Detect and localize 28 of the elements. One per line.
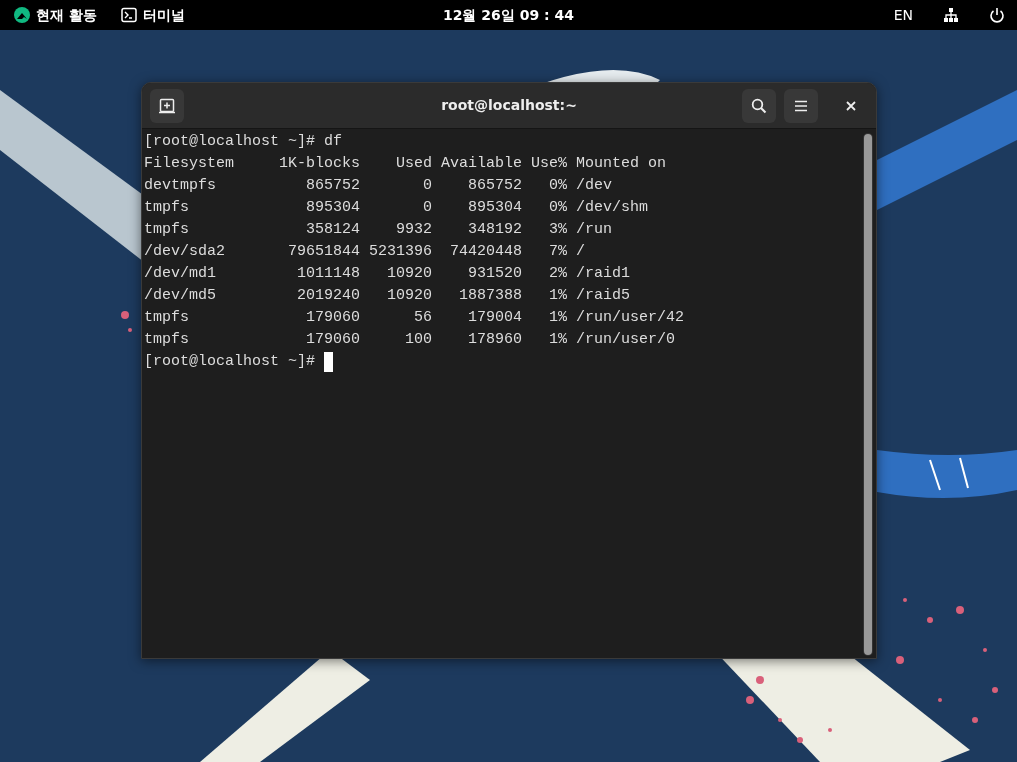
window-title: root@localhost:~ — [441, 96, 577, 115]
app-menu[interactable]: 터미널 — [120, 4, 185, 26]
clock-button[interactable]: 12월 26일 09 : 44 — [443, 0, 574, 30]
terminal-line: [root@localhost ~]# df — [144, 132, 343, 152]
menu-icon — [794, 99, 808, 112]
terminal-line: tmpfs 179060 56 179004 1% /run/user/42 — [144, 308, 685, 328]
activities-button[interactable]: 현재 활동 — [14, 4, 97, 26]
menu-button[interactable] — [784, 88, 818, 123]
terminal-line: tmpfs 895304 0 895304 0% /dev/shm — [144, 198, 649, 218]
power-icon[interactable] — [989, 7, 1005, 23]
terminal-line: /dev/md5 2019240 10920 1887388 1% /raid5 — [144, 286, 631, 306]
network-icon[interactable] — [943, 7, 959, 23]
terminal-line: Filesystem 1K-blocks Used Available Use% Mounted on — [144, 154, 667, 174]
search-icon — [751, 97, 767, 114]
terminal-icon — [120, 7, 137, 23]
new-tab-icon — [159, 97, 175, 114]
search-button[interactable] — [742, 88, 776, 123]
new-tab-button[interactable] — [150, 88, 184, 123]
logo-icon — [14, 7, 30, 23]
scrollbar[interactable] — [863, 133, 873, 656]
terminal-line: tmpfs 179060 100 178960 1% /run/user/0 — [144, 330, 676, 350]
terminal-line: devtmpfs 865752 0 865752 0% /dev — [144, 176, 613, 196]
close-icon — [846, 100, 856, 111]
terminal-line: [root@localhost ~]# — [144, 352, 316, 372]
terminal-line: tmpfs 358124 9932 348192 3% /run — [144, 220, 613, 240]
terminal-line: /dev/sda2 79651844 5231396 74420448 7% / — [144, 242, 586, 262]
input-source-button[interactable]: EN — [893, 4, 913, 26]
terminal-line: /dev/md1 1011148 10920 931520 2% /raid1 — [144, 264, 631, 284]
